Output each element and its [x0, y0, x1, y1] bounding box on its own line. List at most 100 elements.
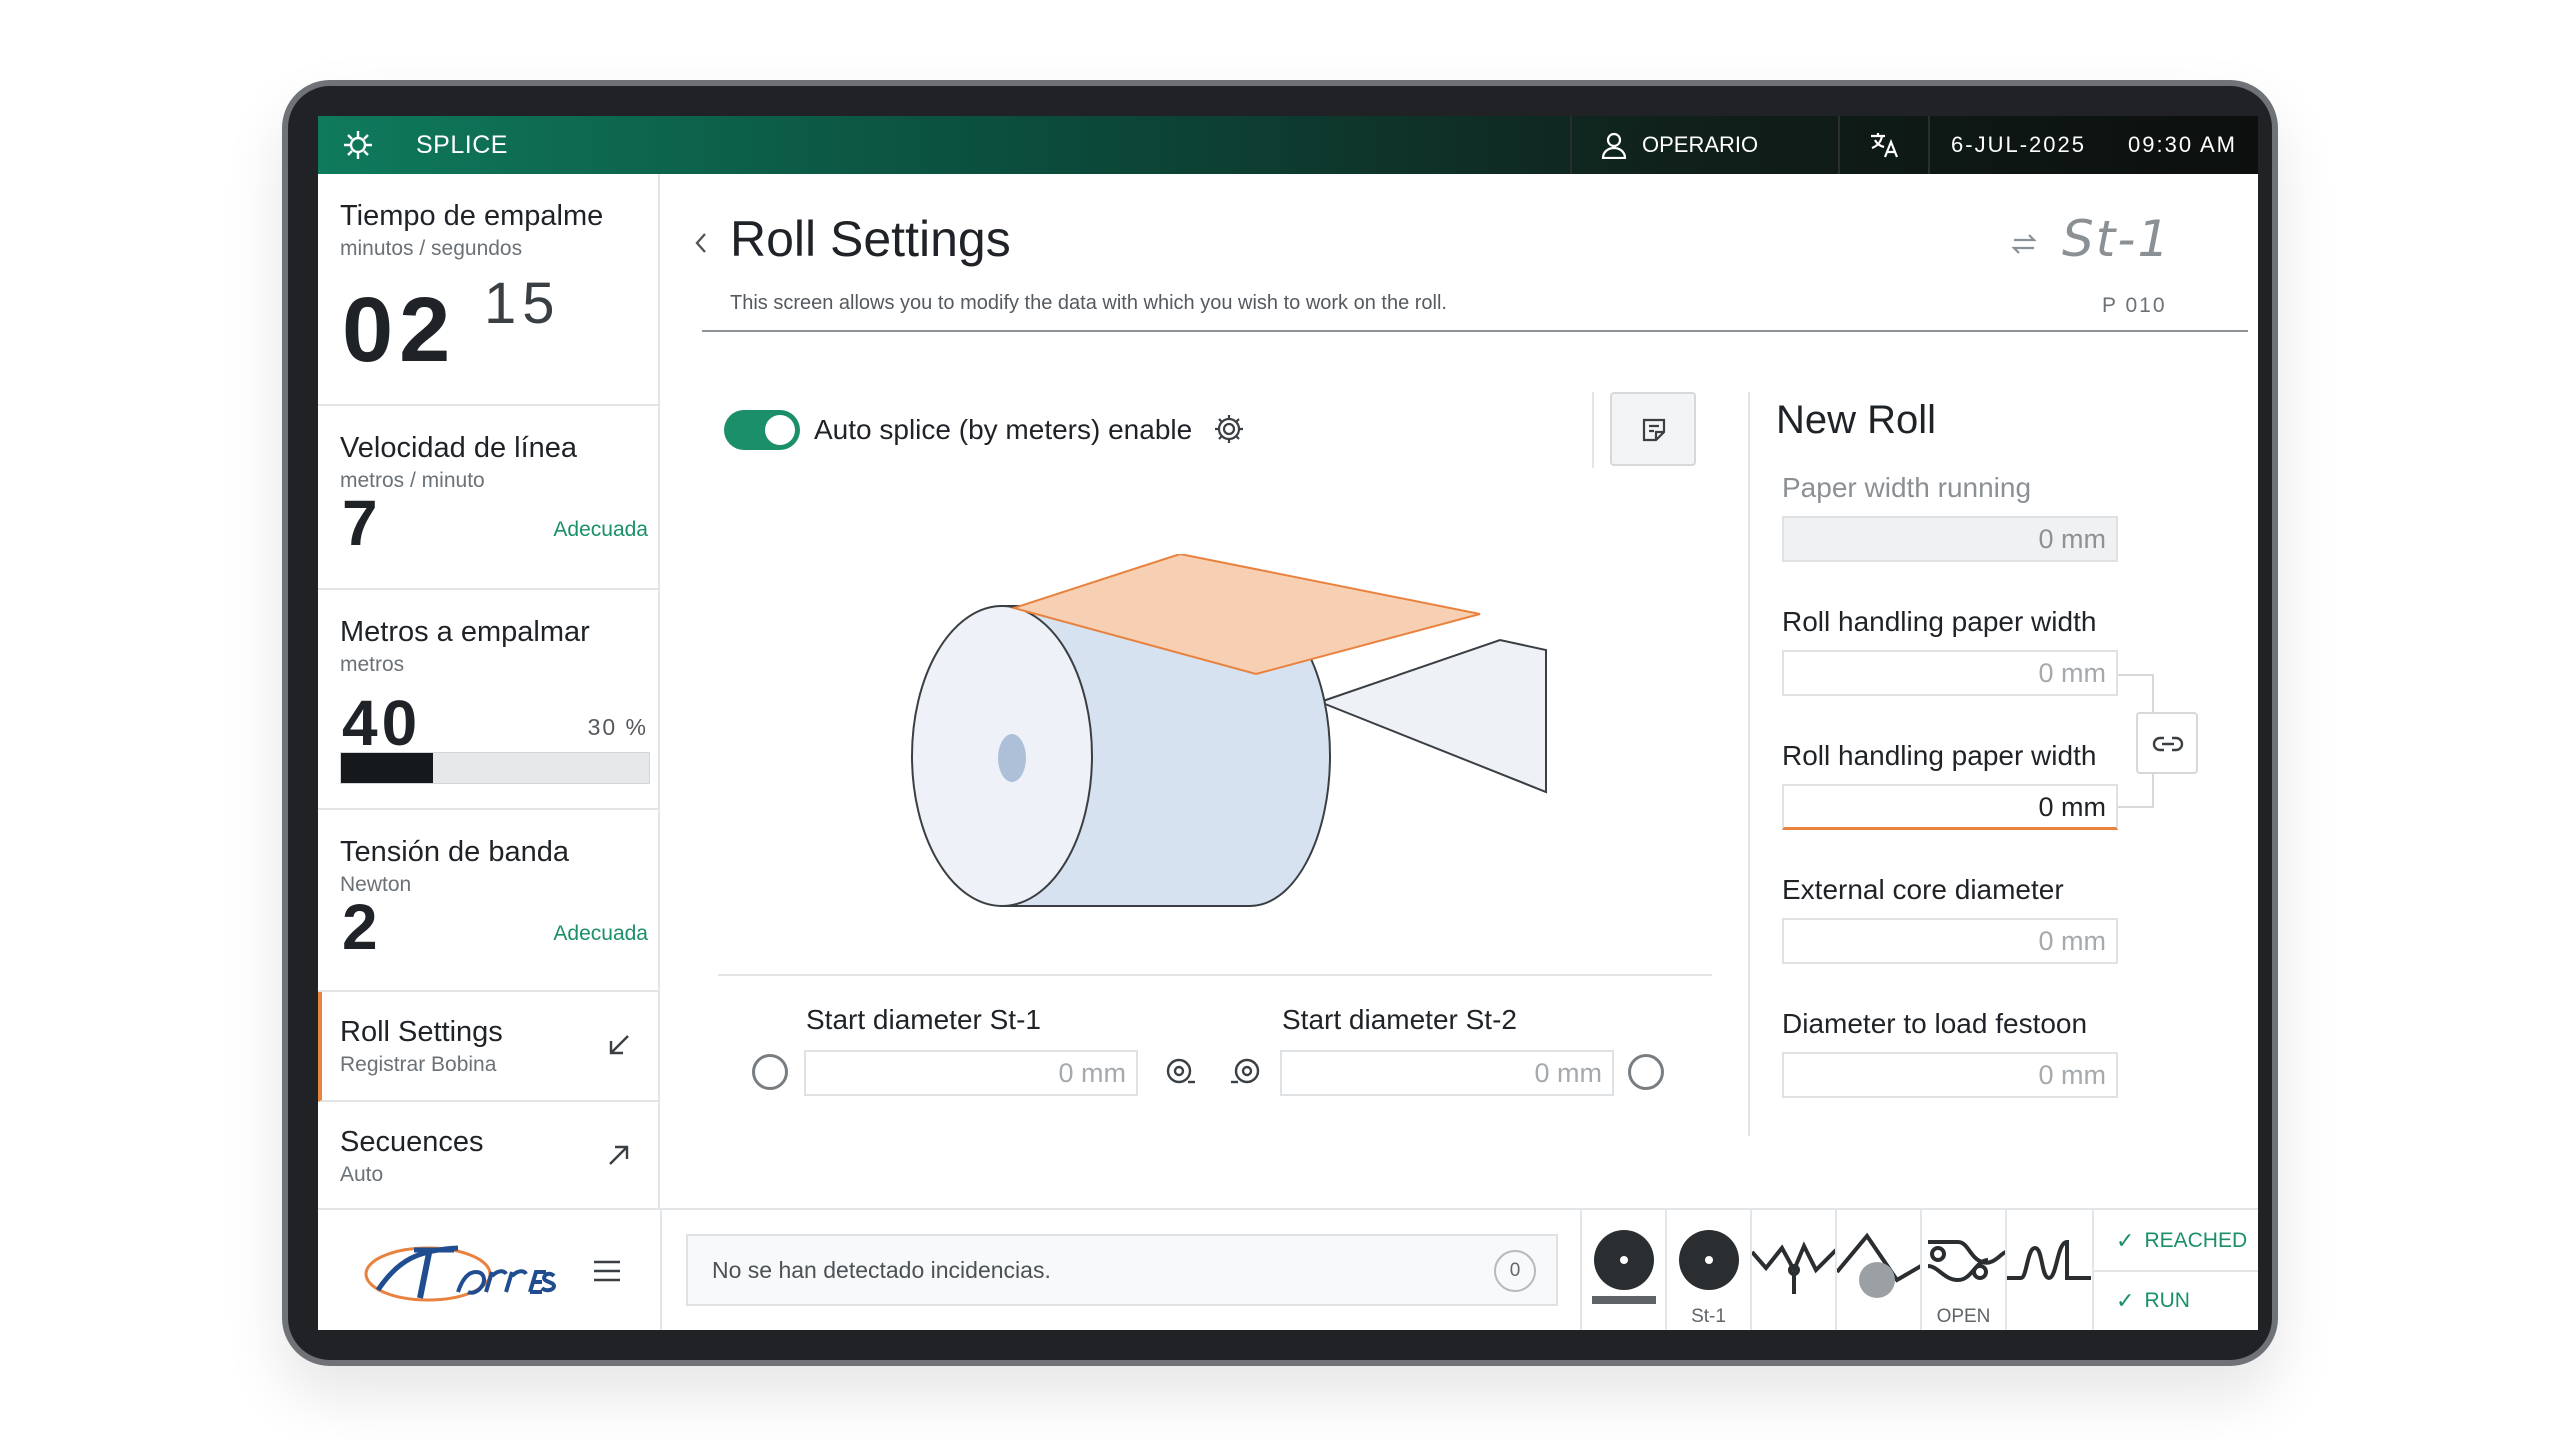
line-speed-card: Velocidad de línea metros / minuto 7 Ade… — [318, 406, 660, 590]
measure-target-icon[interactable] — [1230, 1056, 1262, 1088]
gear-icon[interactable] — [1212, 412, 1246, 446]
bottom-divider — [660, 1210, 662, 1330]
festoon-icon — [1837, 1232, 1922, 1298]
menu-icon[interactable] — [590, 1254, 624, 1288]
line-speed-status: Adecuada — [553, 518, 648, 541]
rollers-icon — [1927, 1240, 2007, 1283]
start-diameter-st2-radio[interactable] — [1628, 1054, 1664, 1090]
incidents-text: No se han detectado incidencias. — [712, 1256, 1051, 1283]
arrow-up-right-icon — [609, 1145, 629, 1165]
app-brand: SPLICE — [318, 116, 508, 174]
status-reached-label: REACHED — [2144, 1229, 2248, 1252]
roll-unwinder-icon — [1592, 1230, 1656, 1304]
tension-value: 2 — [342, 891, 378, 963]
link-widths-button[interactable] — [2136, 712, 2198, 774]
back-chevron-icon[interactable] — [690, 228, 712, 258]
splice-time-card: Tiempo de empalme minutos / segundos 02 … — [318, 174, 660, 406]
page-code: P 010 — [2102, 294, 2167, 317]
page-title: Roll Settings — [730, 211, 1011, 267]
new-roll-title: New Roll — [1776, 398, 1937, 442]
roll-handling-width-input-2[interactable]: 0 mm — [1782, 784, 2118, 830]
swap-station-icon[interactable] — [2008, 228, 2040, 260]
paper-width-running-field: 0 mm — [1782, 516, 2118, 562]
status-run-label: RUN — [2144, 1289, 2190, 1312]
incidents-bar[interactable]: No se han detectado incidencias. 0 — [686, 1234, 1558, 1306]
top-bar: SPLICE OPERARIO 6-JUL-2025 09:30 AM — [318, 116, 2258, 174]
check-icon: ✓ — [2116, 1228, 2135, 1253]
incidents-count-badge: 0 — [1494, 1250, 1536, 1292]
machine-diagram: St-1 OPEN — [1580, 1210, 2092, 1330]
roll-handling-width-label-2: Roll handling paper width — [1782, 740, 2097, 771]
sidebar-item-roll-settings[interactable]: Roll Settings Registrar Bobina — [318, 992, 660, 1102]
roll-handling-width-input-1[interactable]: 0 mm — [1782, 650, 2118, 696]
meters-progress-fill — [341, 753, 434, 783]
roll-handling-width-label-1: Roll handling paper width — [1782, 606, 2097, 637]
date-display: 6-JUL-2025 — [1951, 132, 2086, 157]
toggle-knob — [765, 415, 795, 445]
station-indicator: St-1 — [2062, 210, 2172, 268]
meters-title: Metros a empalmar — [340, 616, 590, 648]
splice-time-minutes: 02 — [342, 279, 457, 381]
roll-unwinder-icon — [1679, 1230, 1739, 1290]
station-label: St-1 — [1691, 1306, 1726, 1327]
roll-core — [998, 734, 1026, 782]
user-menu[interactable]: OPERARIO — [1570, 116, 1838, 174]
start-diameter-st1-label: Start diameter St-1 — [806, 1004, 1041, 1035]
line-speed-unit: metros / minuto — [340, 469, 485, 492]
roll-illustration — [911, 554, 1547, 907]
open-station-cell[interactable]: OPEN — [1920, 1210, 2007, 1330]
app-title: SPLICE — [416, 130, 508, 159]
translate-icon — [1871, 133, 1899, 158]
arrow-down-left-icon — [609, 1035, 629, 1055]
notes-button[interactable] — [1610, 392, 1696, 466]
outfeed-cell[interactable] — [2005, 1210, 2091, 1330]
meters-percent: 30 % — [587, 714, 648, 740]
check-icon: ✓ — [2116, 1288, 2135, 1313]
unwinder-2-cell[interactable]: St-1 — [1665, 1210, 1750, 1330]
diagram-divider — [718, 974, 1712, 976]
auto-splice-label: Auto splice (by meters) enable — [814, 414, 1193, 445]
measure-target-icon[interactable] — [1164, 1056, 1196, 1088]
note-icon — [1642, 418, 1666, 442]
start-diameter-st2-input[interactable]: 0 mm — [1280, 1050, 1614, 1096]
line-speed-title: Velocidad de línea — [340, 432, 578, 464]
auto-splice-toggle[interactable] — [724, 410, 800, 450]
start-diameter-st1-radio[interactable] — [752, 1054, 788, 1090]
link-icon — [2152, 736, 2184, 752]
sidebar: Tiempo de empalme minutos / segundos 02 … — [318, 174, 660, 1208]
outfeed-path-icon — [2007, 1239, 2091, 1281]
splice-time-title: Tiempo de empalme — [340, 200, 604, 232]
torres-logo-icon — [364, 1245, 557, 1302]
festoon-diameter-label: Diameter to load festoon — [1782, 1008, 2088, 1039]
start-diameter-st2-label: Start diameter St-2 — [1282, 1004, 1517, 1035]
paper-width-running-label: Paper width running — [1782, 472, 2032, 503]
line-speed-value: 7 — [342, 487, 378, 559]
web-path-icon — [1752, 1241, 1837, 1294]
splice-time-seconds: 15 — [484, 271, 561, 336]
open-label: OPEN — [1936, 1306, 1991, 1327]
sidebar-item-secuences[interactable]: Secuences Auto — [318, 1102, 660, 1208]
meters-value: 40 — [342, 687, 422, 759]
datetime-display: 6-JUL-2025 09:30 AM — [1928, 116, 2258, 174]
page-description: This screen allows you to modify the dat… — [730, 292, 1447, 314]
status-reached: ✓ REACHED — [2116, 1228, 2247, 1254]
accumulator-cell[interactable] — [1835, 1210, 1922, 1330]
meters-card: Metros a empalmar metros 40 30 % — [318, 590, 660, 810]
panel-divider — [1748, 392, 1750, 1136]
status-run: ✓ RUN — [2116, 1288, 2190, 1314]
unwinder-1-cell[interactable] — [1580, 1210, 1665, 1330]
tension-unit: Newton — [340, 873, 412, 896]
bottom-bar: No se han detectado incidencias. 0 St-1 — [318, 1208, 2258, 1330]
main-content: Roll Settings This screen allows you to … — [662, 174, 2258, 1208]
start-diameter-st1-input[interactable]: 0 mm — [804, 1050, 1138, 1096]
splicer-cell[interactable] — [1750, 1210, 1837, 1330]
toolbar-divider — [1592, 392, 1594, 468]
festoon-diameter-input[interactable]: 0 mm — [1782, 1052, 2118, 1098]
meters-progress-bar — [340, 752, 650, 784]
language-button[interactable] — [1838, 116, 1928, 174]
splice-time-unit: minutos / segundos — [340, 237, 523, 260]
external-core-diameter-input[interactable]: 0 mm — [1782, 918, 2118, 964]
tension-card: Tensión de banda Newton 2 Adecuada — [318, 810, 660, 992]
meters-unit: metros — [340, 653, 405, 676]
paper-sheet-right — [1317, 638, 1547, 794]
